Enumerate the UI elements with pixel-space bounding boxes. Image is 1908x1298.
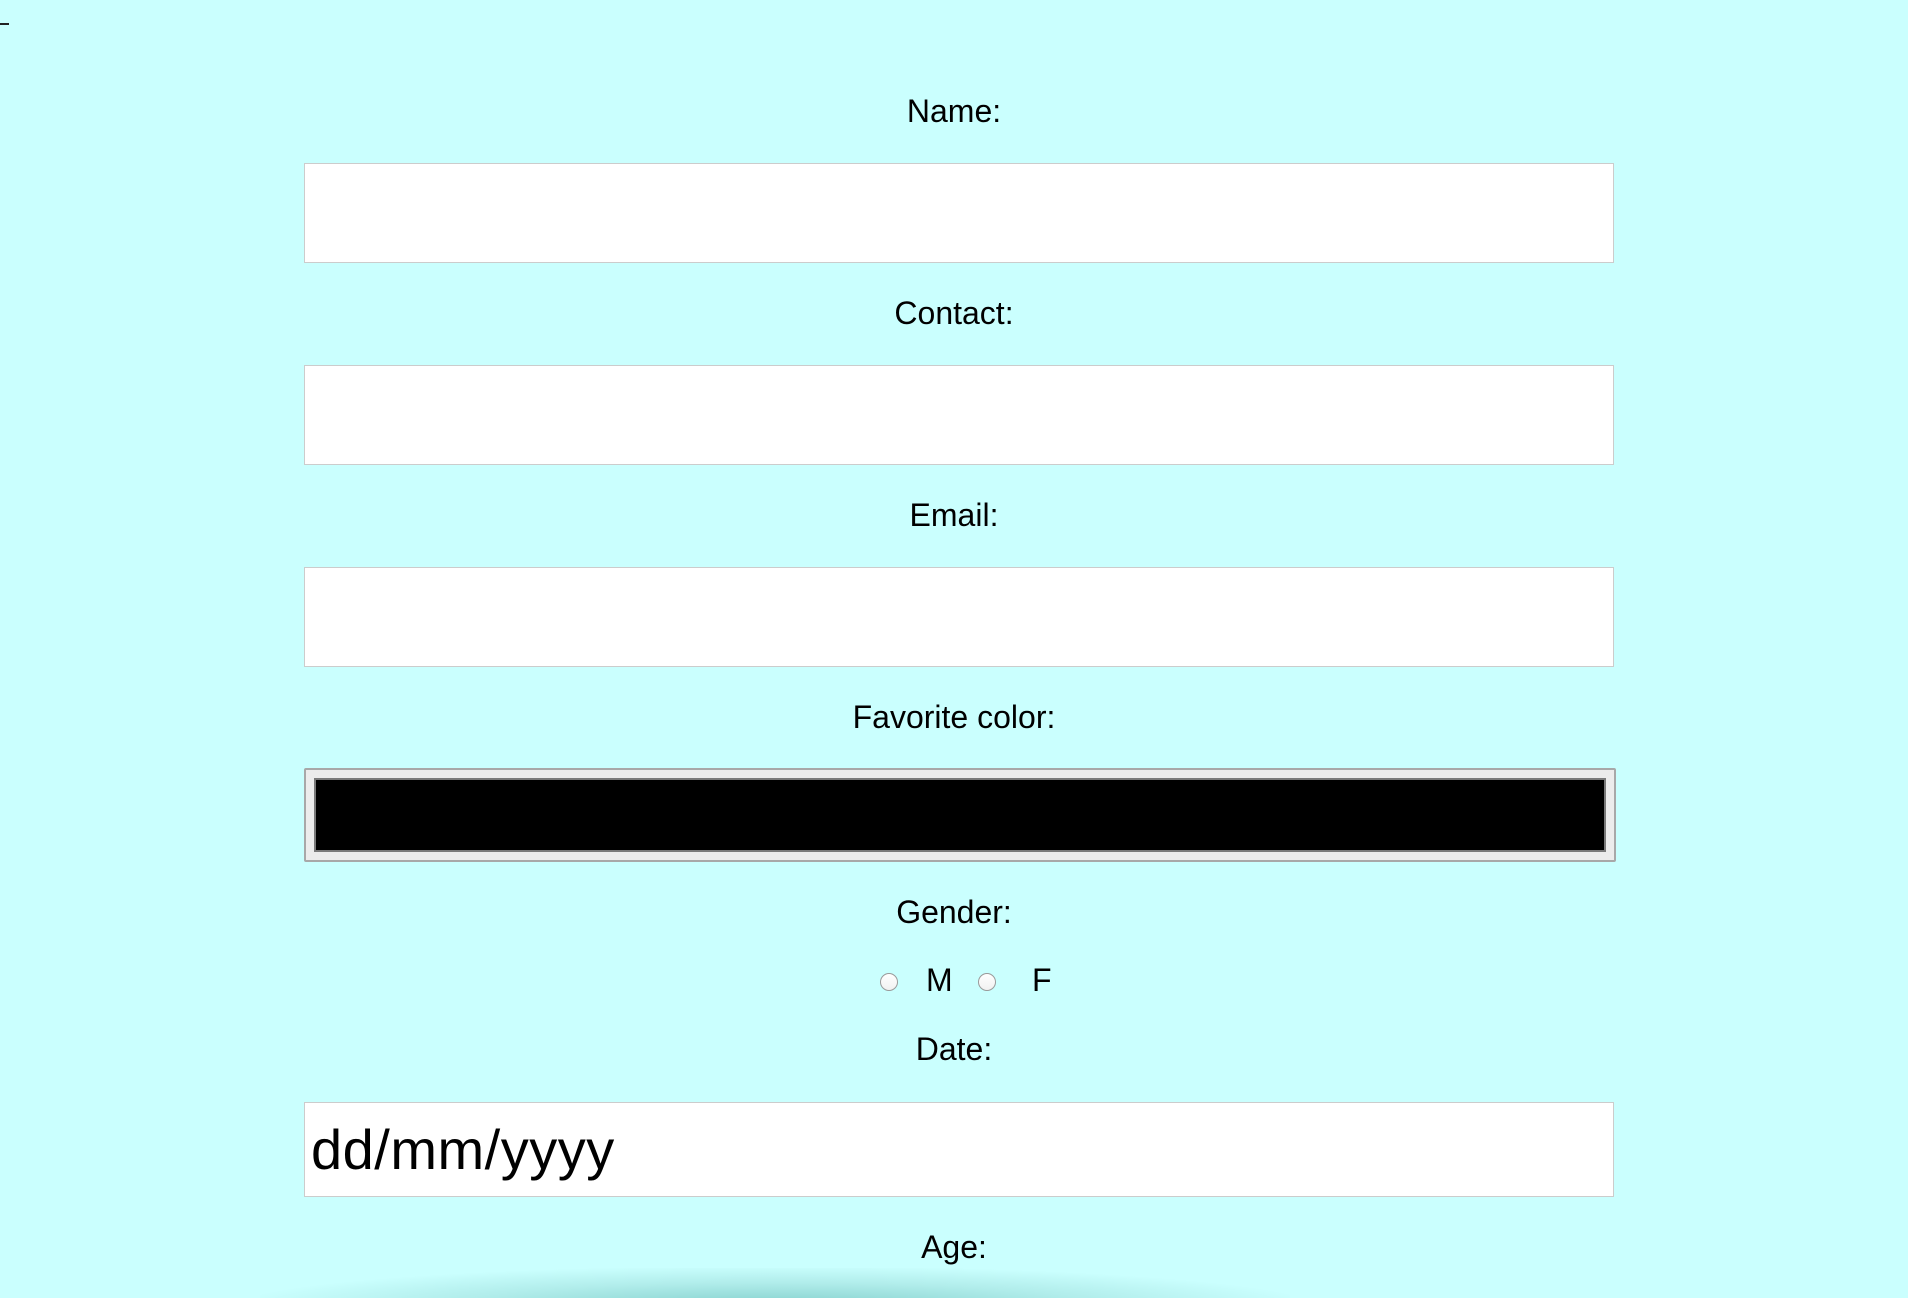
contact-label: Contact: (894, 295, 1014, 331)
gender-f-radio[interactable] (978, 973, 996, 991)
name-input[interactable] (304, 163, 1614, 263)
favorite-color-picker[interactable] (304, 768, 1616, 862)
gender-m-radio[interactable] (880, 973, 898, 991)
age-label: Age: (921, 1229, 987, 1265)
name-label: Name: (906, 93, 1002, 129)
email-label: Email: (909, 497, 999, 533)
gender-f-label: F (1032, 962, 1052, 998)
age-input-top-edge[interactable] (260, 1268, 1290, 1298)
gender-m-label: M (926, 962, 953, 998)
form-page: Name: Contact: Email: Favorite color: Ge… (0, 0, 1908, 1298)
date-label: Date: (915, 1031, 993, 1067)
favorite-color-label: Favorite color: (852, 699, 1056, 735)
email-input[interactable] (304, 567, 1614, 667)
contact-input[interactable] (304, 365, 1614, 465)
color-swatch (314, 778, 1606, 852)
date-input[interactable]: dd/mm/yyyy (304, 1102, 1614, 1197)
gender-label: Gender: (896, 894, 1012, 930)
gender-options: M F (0, 961, 1908, 1001)
corner-dash-mark (0, 23, 9, 25)
date-placeholder: dd/mm/yyyy (311, 1117, 615, 1181)
